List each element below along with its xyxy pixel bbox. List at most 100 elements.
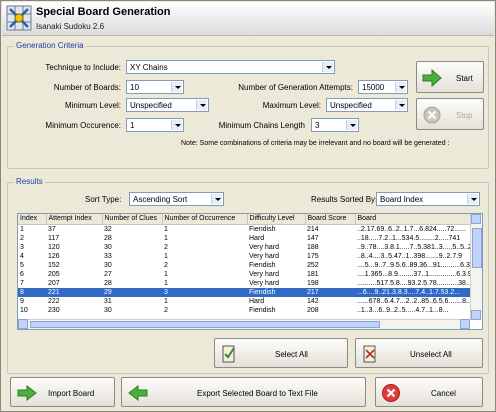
sorted-by-select[interactable]: Board Index [376,192,480,206]
vertical-scrollbar[interactable] [470,214,482,320]
chevron-down-icon[interactable] [395,100,406,110]
table-row[interactable]: 7 207 28 1 Very hard 198 ..........517.5.8....… [18,279,470,288]
export-board-button[interactable]: Export Selected Board to Text File [121,377,366,407]
scroll-right-button[interactable] [460,319,470,329]
scroll-left-button[interactable] [18,319,28,329]
sorted-by-label: Results Sorted By: [311,195,378,204]
table-cell: 37 [48,225,56,233]
column-header[interactable]: Board Score [305,214,356,225]
table-row[interactable]: 1 37 32 1 Fiendish 214 ..2.17.69..6..2..1.7...… [18,224,470,234]
table-cell: ....5...9..7..9.5.6..89.36...91.........… [357,261,470,269]
table-cell: Fiendish [247,287,305,297]
results-label: Results [14,177,45,186]
vertical-scroll-thumb[interactable] [472,228,482,268]
table-cell: 1 [164,279,168,287]
table-cell: 9 [20,297,24,305]
column-header[interactable]: Difficulty Level [247,214,306,225]
start-button[interactable]: Start [416,61,484,93]
chevron-down-icon[interactable] [171,120,182,130]
chevron-down-icon[interactable] [346,120,357,130]
column-header[interactable]: Attempt Index [46,214,103,225]
horizontal-scrollbar[interactable] [18,319,470,329]
select-all-label: Select All [275,350,308,359]
table-cell: 3 [20,243,24,251]
table-cell: 33 [104,252,112,260]
technique-label: Technique to Include: [45,63,121,72]
table-cell: 1 [164,234,168,242]
max-level-select[interactable]: Unspecified [326,98,408,112]
table-cell: 152 [48,261,60,269]
table-row[interactable]: 9 222 31 1 Hard 142 ......678..6.4.7...2..2..8… [18,297,470,306]
results-table-body: 1 37 32 1 Fiendish 214 ..2.17.69..6..2..1.7...… [18,224,470,315]
table-cell: 2 [164,243,168,251]
table-cell: 28 [104,234,112,242]
chevron-down-icon[interactable] [395,82,406,92]
table-cell: 1 [164,225,168,233]
scroll-down-button[interactable] [471,310,481,320]
chevron-down-icon[interactable] [467,194,478,204]
scroll-up-button[interactable] [471,214,481,224]
attempts-select[interactable]: 15000 [358,80,408,94]
table-row[interactable]: 8 221 29 3 Fiendish 217 ...6....9..21.3.8.3...… [18,287,470,297]
table-cell: 6 [20,270,24,278]
table-row[interactable]: 10 230 30 2 Fiendish 208 ..1..3...6..9..2..5..… [18,306,470,315]
chevron-down-icon[interactable] [196,100,207,110]
chevron-down-icon[interactable] [171,82,182,92]
min-level-label: Minimum Level: [64,101,121,110]
min-occurence-select[interactable]: 1 [126,118,184,132]
table-cell: 8 [18,287,46,297]
table-cell: 2 [164,306,168,314]
table-cell: 5 [20,261,24,269]
table-cell: 3 [162,287,247,297]
table-cell: 2 [20,234,24,242]
select-all-button[interactable]: Select All [214,338,348,368]
min-occurence-value: 1 [130,121,135,130]
table-cell: ..........517.5.8....93.2.5.78..........… [357,279,470,287]
table-cell: 7 [20,279,24,287]
table-cell: 2 [164,261,168,269]
column-header[interactable]: Index [18,214,47,225]
table-row[interactable]: 4 126 33 1 Very hard 175 ..8..4....3..5.47..1.… [18,252,470,261]
table-cell: 4 [20,252,24,260]
chevron-down-icon[interactable] [211,194,222,204]
table-row[interactable]: 2 117 28 1 Hard 147 ..18.....7.2..1...534.5...… [18,234,470,243]
table-cell: 252 [307,261,319,269]
table-cell: 117 [48,234,60,242]
table-cell: 214 [307,225,319,233]
import-board-button[interactable]: Import Board [10,377,115,407]
table-row[interactable]: 5 152 30 2 Fiendish 252 ....5...9..7..9.5.6..8… [18,261,470,270]
results-table-container[interactable]: Index Attempt Index Number of Clues Numb… [17,213,483,330]
table-cell: ......678..6.4.7...2..2..85..6.5.6......… [357,297,470,305]
sort-type-select[interactable]: Ascending Sort [129,192,224,206]
table-cell: ..1..3...6..9..2..5.....4.7..1...8... [357,306,449,314]
cancel-button[interactable]: Cancel [375,377,483,407]
min-chains-select[interactable]: 3 [311,118,359,132]
unselect-all-button[interactable]: Unselect All [355,338,483,368]
table-cell: Fiendish [249,225,276,233]
select-all-icon [222,345,235,363]
column-header[interactable]: Number of Occurrence [162,214,248,225]
technique-select[interactable]: XY Chains [126,60,335,74]
table-cell: 221 [46,287,102,297]
table-cell: 1 [20,225,24,233]
table-cell: 1 [164,297,168,305]
table-row[interactable]: 6 205 27 1 Very hard 181 ....1.365...8.9......… [18,270,470,279]
sort-type-label: Sort Type: [85,195,122,204]
table-row[interactable]: 3 120 30 2 Very hard 188 ..9..78....3.8.1.....… [18,243,470,252]
table-header-row: Index Attempt Index Number of Clues Numb… [18,214,471,225]
window-title: Special Board Generation [36,6,171,18]
table-cell: 1 [164,252,168,260]
window-subtitle: Isanaki Sudoku 2.6 [36,22,105,31]
horizontal-scroll-thumb[interactable] [30,321,380,328]
table-cell: 31 [104,297,112,305]
unselect-all-icon [363,345,376,363]
table-cell: 208 [307,306,319,314]
min-level-select[interactable]: Unspecified [126,98,209,112]
import-arrow-icon [17,385,37,401]
stop-button[interactable]: Stop [416,98,484,130]
chevron-down-icon[interactable] [322,62,333,72]
num-boards-select[interactable]: 10 [126,80,184,94]
unselect-all-label: Unselect All [410,350,452,359]
column-header[interactable]: Board [355,214,471,225]
column-header[interactable]: Number of Clues [102,214,163,225]
